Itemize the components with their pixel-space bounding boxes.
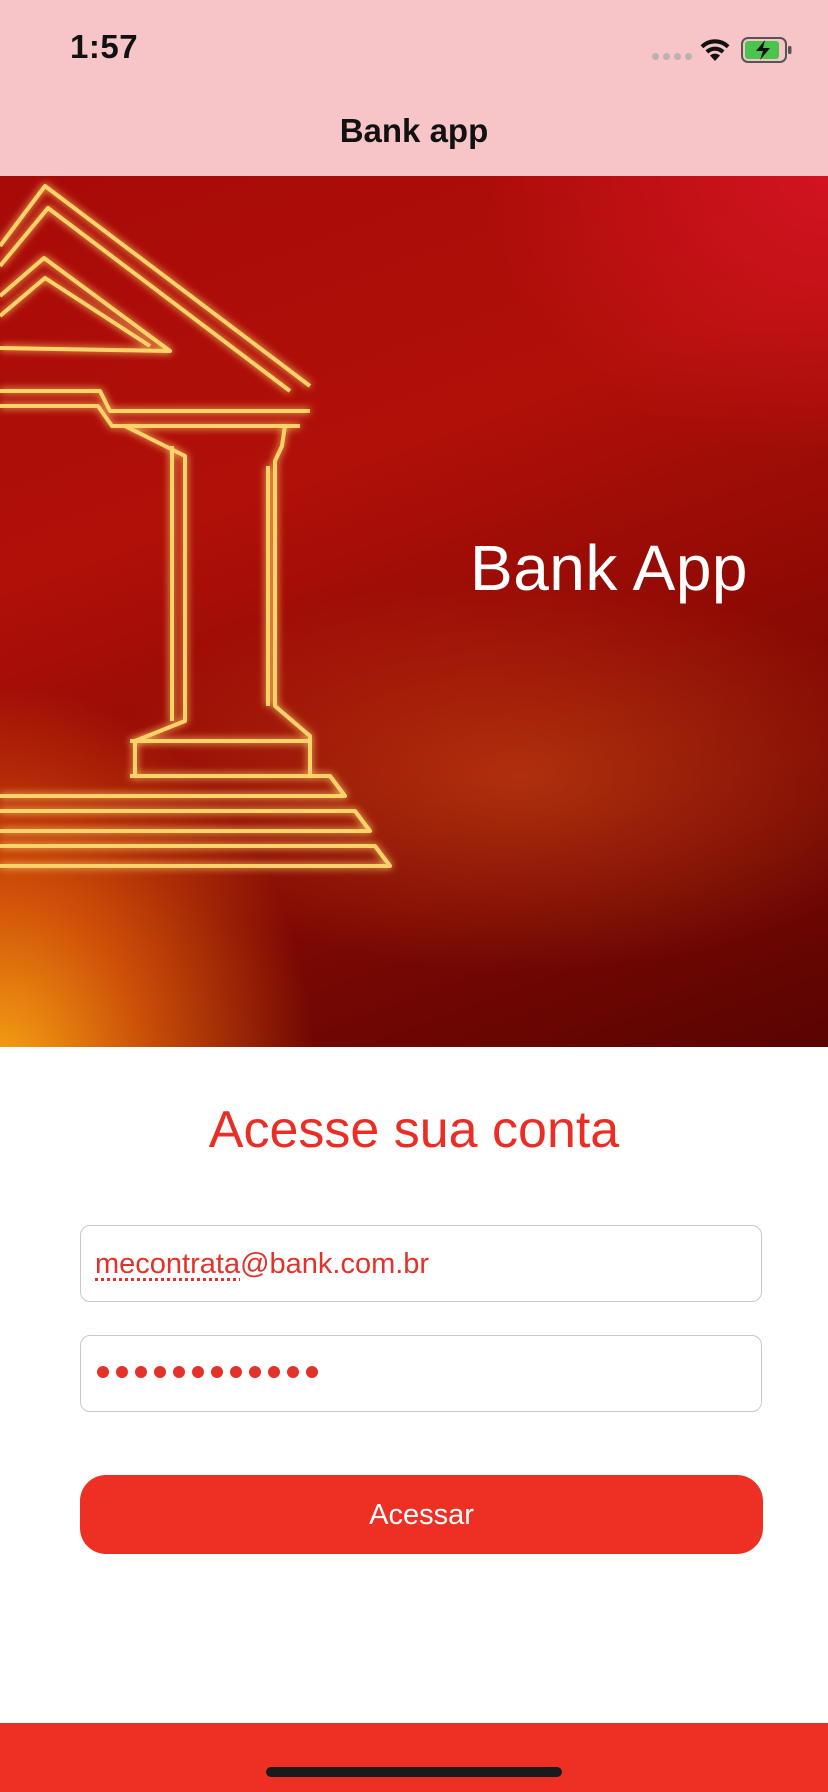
password-dot [230, 1366, 242, 1378]
password-dot [173, 1366, 185, 1378]
password-mask [97, 1366, 318, 1378]
password-dot [116, 1366, 128, 1378]
navigation-bar: Bank app [0, 100, 828, 176]
battery-charging-icon [741, 37, 792, 63]
status-bar: 1:57 [0, 0, 828, 100]
password-dot [268, 1366, 280, 1378]
form-title: Acesse sua conta [208, 1101, 620, 1159]
email-field-value: mecontrata@bank.com.br [95, 1248, 430, 1280]
signal-dots-icon [652, 53, 692, 60]
password-dot [97, 1366, 109, 1378]
password-dot [287, 1366, 299, 1378]
page-title: Bank app [339, 112, 489, 149]
password-dot [306, 1366, 318, 1378]
home-indicator[interactable] [266, 1767, 562, 1777]
footer-bar [0, 1723, 828, 1792]
hero-banner: Bank App [0, 176, 828, 1047]
password-dot [154, 1366, 166, 1378]
status-time: 1:57 [70, 28, 139, 65]
hero-title: Bank App [470, 532, 748, 604]
wifi-icon [700, 39, 730, 61]
email-field[interactable]: mecontrata@bank.com.br [80, 1225, 762, 1302]
login-button[interactable]: Acessar [80, 1475, 763, 1554]
password-dot [211, 1366, 223, 1378]
password-dot [249, 1366, 261, 1378]
password-dot [192, 1366, 204, 1378]
bank-building-icon [0, 184, 392, 868]
password-field[interactable] [80, 1335, 762, 1412]
password-dot [135, 1366, 147, 1378]
